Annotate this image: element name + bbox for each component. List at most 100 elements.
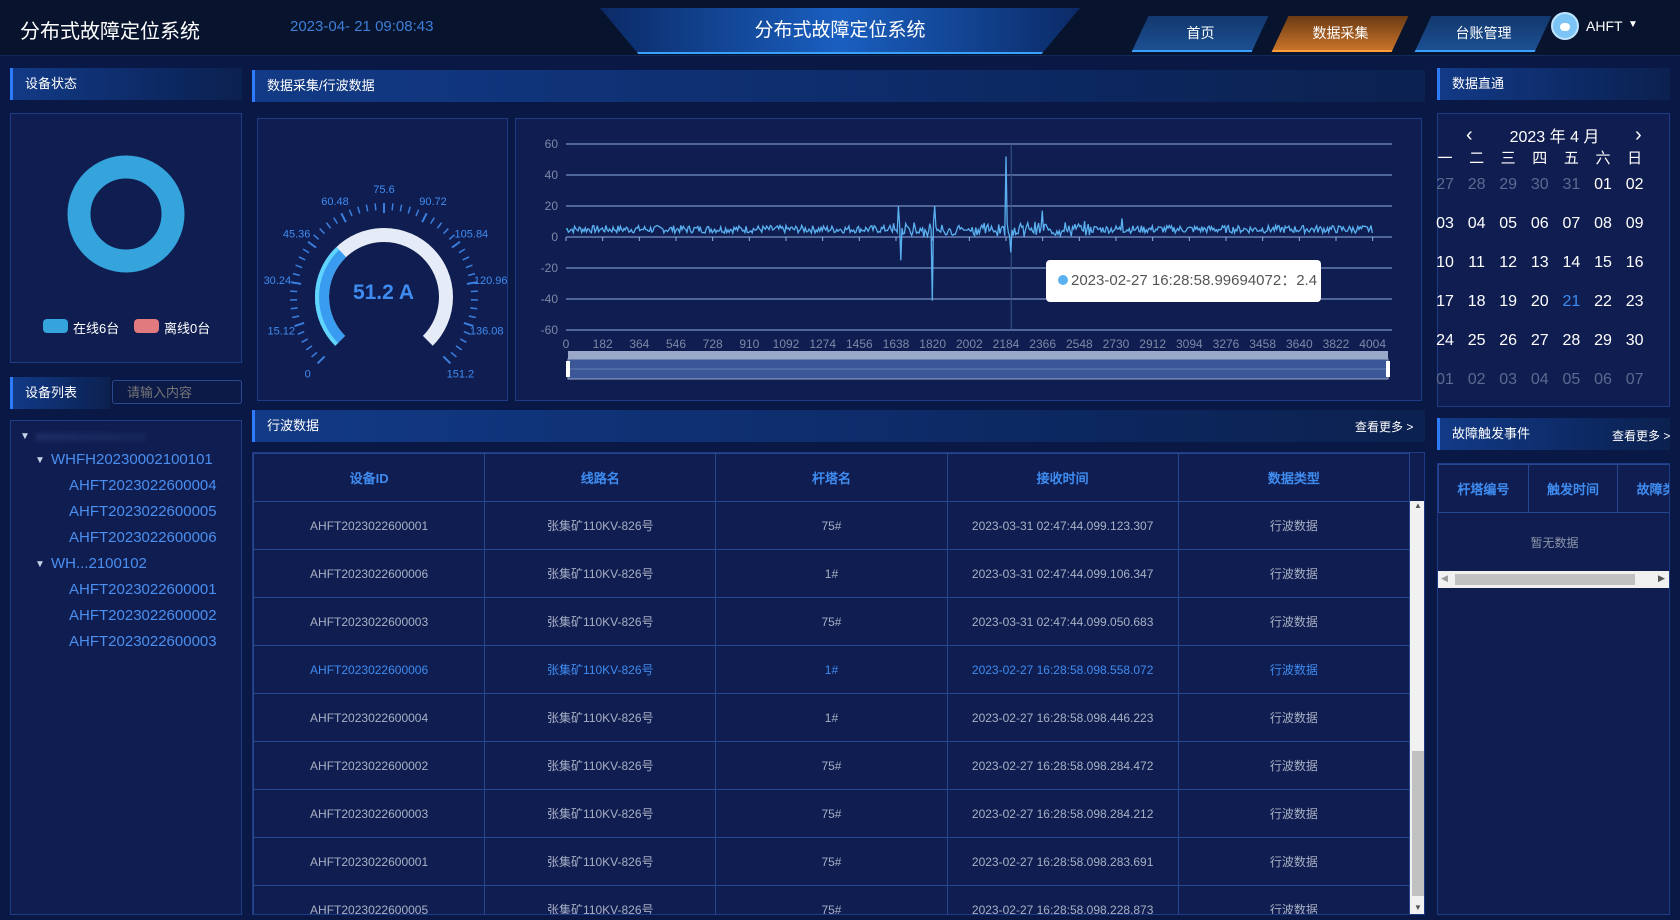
tree-device[interactable]: AHFT2023022600005 <box>69 503 217 520</box>
tree-group[interactable]: WHFH20230002100101 <box>51 451 213 468</box>
calendar-day[interactable]: 21 <box>1556 293 1586 311</box>
scroll-right-icon[interactable]: ▶ <box>1658 573 1665 584</box>
calendar-day[interactable]: 28 <box>1556 332 1586 350</box>
calendar-day[interactable]: 03 <box>1430 215 1460 233</box>
calendar-day[interactable]: 16 <box>1620 254 1650 272</box>
datazoom-handle-bar[interactable] <box>568 351 1388 359</box>
calendar-day[interactable]: 03 <box>1493 371 1523 389</box>
calendar-day[interactable]: 23 <box>1620 293 1650 311</box>
tree-root-label[interactable] <box>36 433 146 441</box>
datazoom-left-handle[interactable] <box>566 361 570 377</box>
calendar-day[interactable]: 02 <box>1462 371 1492 389</box>
tree-device[interactable]: AHFT2023022600004 <box>69 477 217 494</box>
column-header[interactable]: 接收时间 <box>946 453 1179 502</box>
table-row[interactable]: AHFT2023022600002 张集矿110KV-826号 75# 2023-02… <box>253 741 1411 790</box>
tree-device[interactable]: AHFT2023022600003 <box>69 633 217 650</box>
column-header[interactable]: 触发时间 <box>1527 464 1619 513</box>
nav-data-acquisition[interactable]: 数据采集 <box>1271 16 1409 52</box>
calendar-day[interactable]: 06 <box>1525 215 1555 233</box>
calendar-day[interactable]: 15 <box>1588 254 1618 272</box>
calendar-day[interactable]: 30 <box>1525 176 1555 194</box>
calendar-day[interactable]: 27 <box>1430 176 1460 194</box>
calendar-day[interactable]: 14 <box>1556 254 1586 272</box>
nav-ledger[interactable]: 台账管理 <box>1414 16 1552 52</box>
table-row[interactable]: AHFT2023022600001 张集矿110KV-826号 75# 2023-03… <box>253 501 1411 550</box>
x-tick-label: 910 <box>739 337 759 351</box>
legend-online-label[interactable]: 在线6台 <box>73 318 119 337</box>
calendar-day[interactable]: 29 <box>1588 332 1618 350</box>
calendar-day[interactable]: 31 <box>1556 176 1586 194</box>
calendar-day[interactable]: 07 <box>1620 371 1650 389</box>
y-tick-label: 40 <box>545 168 559 182</box>
datazoom-right-handle[interactable] <box>1386 361 1390 377</box>
column-header[interactable]: 杆塔名 <box>715 453 948 502</box>
calendar-day[interactable]: 29 <box>1493 176 1523 194</box>
column-header[interactable]: 数据类型 <box>1177 453 1411 502</box>
calendar-day[interactable]: 01 <box>1588 176 1618 194</box>
table-row[interactable]: AHFT2023022600003 张集矿110KV-826号 75# 2023-02… <box>253 789 1411 838</box>
traveling-wave-more-link[interactable]: 查看更多 > <box>1355 418 1413 435</box>
gauge-tick <box>357 206 361 214</box>
fault-events-more-link[interactable]: 查看更多 > <box>1612 427 1670 444</box>
calendar-day[interactable]: 22 <box>1588 293 1618 311</box>
x-tick-label: 1092 <box>773 337 800 351</box>
tree-device[interactable]: AHFT2023022600002 <box>69 607 217 624</box>
tree-root-caret-icon[interactable]: ▼ <box>20 431 30 442</box>
calendar-day[interactable]: 24 <box>1430 332 1460 350</box>
tree-group-caret-icon[interactable]: ▼ <box>35 455 45 466</box>
scroll-up-icon[interactable]: ▲ <box>1410 501 1424 510</box>
tree-device[interactable]: AHFT2023022600006 <box>69 529 217 546</box>
calendar-day[interactable]: 05 <box>1556 371 1586 389</box>
table-row[interactable]: AHFT2023022600004 张集矿110KV-826号 1# 2023-02-… <box>253 693 1411 742</box>
table-row[interactable]: AHFT2023022600005 张集矿110KV-826号 75# 2023-02… <box>253 885 1411 914</box>
calendar-day[interactable]: 07 <box>1556 215 1586 233</box>
legend-offline-label[interactable]: 离线0台 <box>164 318 210 337</box>
nav-home[interactable]: 首页 <box>1131 16 1269 52</box>
device-search-input[interactable] <box>112 380 242 404</box>
calendar-day[interactable]: 08 <box>1588 215 1618 233</box>
calendar-day[interactable]: 06 <box>1588 371 1618 389</box>
calendar-day[interactable]: 13 <box>1525 254 1555 272</box>
tree-group-caret-icon[interactable]: ▼ <box>35 559 45 570</box>
column-header[interactable]: 设备ID <box>253 453 486 502</box>
calendar-day[interactable]: 12 <box>1493 254 1523 272</box>
calendar-day[interactable]: 19 <box>1493 293 1523 311</box>
column-header[interactable]: 线路名 <box>484 453 717 502</box>
calendar-day[interactable]: 26 <box>1493 332 1523 350</box>
table-row[interactable]: AHFT2023022600006 张集矿110KV-826号 1# 2023-03-… <box>253 549 1411 598</box>
column-header[interactable]: 故障类型 <box>1617 464 1669 513</box>
table-row[interactable]: AHFT2023022600003 张集矿110KV-826号 75# 2023-03… <box>253 597 1411 646</box>
table-row[interactable]: AHFT2023022600001 张集矿110KV-826号 75# 2023-02… <box>253 837 1411 886</box>
column-header[interactable]: 杆塔编号 <box>1438 464 1529 513</box>
table-cell: 2023-03-31 02:47:44.099.050.683 <box>946 597 1179 646</box>
calendar-day[interactable]: 10 <box>1430 254 1460 272</box>
calendar-day[interactable]: 18 <box>1462 293 1492 311</box>
calendar-day[interactable]: 20 <box>1525 293 1555 311</box>
calendar-day[interactable]: 01 <box>1430 371 1460 389</box>
scrollbar-thumb[interactable] <box>1455 574 1635 585</box>
tree-group[interactable]: WH...2100102 <box>51 555 147 572</box>
scroll-down-icon[interactable]: ▼ <box>1410 903 1424 912</box>
table-row[interactable]: AHFT2023022600006 张集矿110KV-826号 1# 2023-02-… <box>253 645 1411 694</box>
table-scrollbar[interactable]: ▲ ▼ <box>1410 501 1424 914</box>
caret-down-icon[interactable]: ▼ <box>1628 19 1638 30</box>
calendar-day[interactable]: 04 <box>1525 371 1555 389</box>
next-month-icon[interactable]: › <box>1635 124 1642 147</box>
calendar-day[interactable]: 27 <box>1525 332 1555 350</box>
calendar-day[interactable]: 30 <box>1620 332 1650 350</box>
scroll-left-icon[interactable]: ◀ <box>1441 573 1448 584</box>
calendar-day[interactable]: 11 <box>1462 254 1492 272</box>
tree-device[interactable]: AHFT2023022600001 <box>69 581 217 598</box>
y-tick-label: 0 <box>551 230 558 244</box>
user-avatar[interactable] <box>1551 12 1579 40</box>
calendar-day[interactable]: 02 <box>1620 176 1650 194</box>
calendar-day[interactable]: 25 <box>1462 332 1492 350</box>
calendar-day[interactable]: 05 <box>1493 215 1523 233</box>
user-name[interactable]: AHFT <box>1586 18 1623 34</box>
calendar-day[interactable]: 04 <box>1462 215 1492 233</box>
calendar-day[interactable]: 28 <box>1462 176 1492 194</box>
calendar-day[interactable]: 17 <box>1430 293 1460 311</box>
horizontal-scrollbar[interactable]: ◀ ▶ <box>1438 571 1669 588</box>
calendar-day[interactable]: 09 <box>1620 215 1650 233</box>
scrollbar-thumb[interactable] <box>1412 751 1424 896</box>
